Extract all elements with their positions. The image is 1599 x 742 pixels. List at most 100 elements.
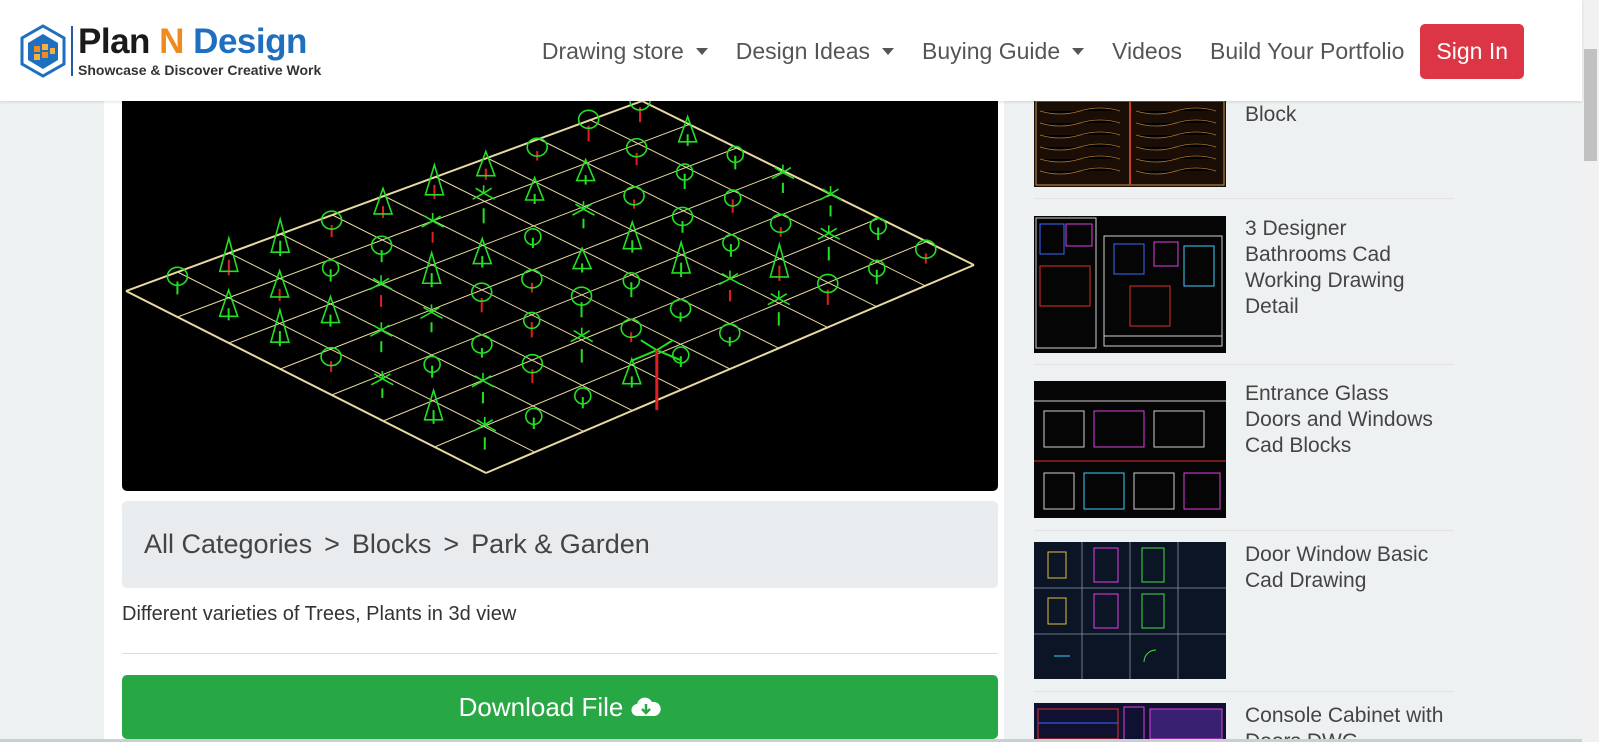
related-thumbnail[interactable] xyxy=(1034,216,1226,353)
related-thumbnail[interactable] xyxy=(1034,542,1226,679)
cad-tree xyxy=(218,235,239,276)
site-logo[interactable]: Plan N Design Showcase & Discover Creati… xyxy=(20,24,321,78)
cad-tree xyxy=(372,186,394,218)
breadcrumb-all-categories[interactable]: All Categories xyxy=(144,529,312,560)
cad-tree xyxy=(524,227,542,248)
related-title[interactable]: 3 Designer Bathrooms Cad Working Drawing… xyxy=(1245,216,1445,353)
related-title[interactable]: Entrance Glass Doors and Windows Cad Blo… xyxy=(1245,381,1445,518)
related-title[interactable]: Door Window Basic Cad Drawing xyxy=(1245,542,1445,679)
cad-tree xyxy=(521,353,544,383)
sidebar-divider xyxy=(1034,198,1454,199)
thumb-glass-doors xyxy=(1034,400,1226,510)
related-item[interactable]: Console Cabinet with Doors DWG xyxy=(1034,703,1454,742)
scrollbar-thumb[interactable] xyxy=(1584,49,1597,161)
cloud-download-icon xyxy=(631,697,662,717)
cad-tree xyxy=(622,271,641,298)
cad-grid-line xyxy=(125,290,487,474)
thumb-wood-panel xyxy=(1035,101,1225,186)
cad-tree xyxy=(722,234,740,257)
cad-tree xyxy=(370,370,394,398)
cad-trees-drawing xyxy=(125,101,975,474)
cad-tree xyxy=(914,239,937,264)
cad-tree xyxy=(620,318,642,343)
cad-tree xyxy=(621,356,642,388)
cad-tree xyxy=(521,269,543,293)
cad-tree xyxy=(577,109,600,142)
logo-title: Plan N Design xyxy=(78,24,321,60)
related-thumbnail[interactable] xyxy=(1034,381,1226,518)
caret-down-icon xyxy=(882,47,895,55)
breadcrumb: All Categories > Blocks > Park & Garden xyxy=(122,501,998,588)
cad-tree xyxy=(573,387,592,409)
cad-tree xyxy=(321,259,340,282)
related-item[interactable]: Door Window Basic Cad Drawing xyxy=(1034,542,1454,679)
nav-videos[interactable]: Videos xyxy=(1112,38,1182,65)
cad-grid-line xyxy=(332,214,682,391)
cad-grid-line xyxy=(228,147,738,344)
cad-tree xyxy=(869,217,887,241)
page-scrollbar[interactable] xyxy=(1582,0,1599,742)
caret-down-icon xyxy=(695,47,708,55)
download-file-button[interactable]: Download File xyxy=(122,675,998,739)
logo-word-n: N xyxy=(159,22,184,61)
cad-tree xyxy=(817,225,841,261)
related-title[interactable]: Block xyxy=(1245,102,1445,187)
cad-tree xyxy=(421,213,445,243)
breadcrumb-park-garden[interactable]: Park & Garden xyxy=(471,529,650,560)
cad-tree xyxy=(669,298,692,322)
logo-cube-icon xyxy=(20,24,66,78)
cad-tree xyxy=(473,416,497,450)
nav-design-ideas[interactable]: Design Ideas xyxy=(735,37,895,65)
cad-tree xyxy=(718,323,741,347)
breadcrumb-blocks[interactable]: Blocks xyxy=(352,529,432,560)
nav-drawing-store[interactable]: Drawing store xyxy=(542,38,708,65)
related-thumbnail[interactable] xyxy=(1034,101,1226,187)
sidebar-divider xyxy=(1034,364,1454,365)
cad-tree xyxy=(423,387,444,424)
nav-design-ideas-label: Design Ideas xyxy=(735,37,871,64)
cad-tree xyxy=(867,259,886,285)
cad-tree xyxy=(571,246,593,273)
sign-in-button[interactable]: Sign In xyxy=(1420,23,1524,79)
cad-tree xyxy=(771,164,795,193)
cad-tree xyxy=(767,290,791,326)
logo-tagline: Showcase & Discover Creative Work xyxy=(78,62,322,78)
cad-tree xyxy=(420,304,443,333)
sidebar-divider xyxy=(1034,530,1454,531)
nav-drawing-store-label: Drawing store xyxy=(541,37,684,64)
logo-divider xyxy=(71,26,73,76)
cad-tree xyxy=(471,334,493,358)
breadcrumb-separator: > xyxy=(324,529,340,559)
related-thumbnail[interactable] xyxy=(1034,703,1226,742)
cad-tree xyxy=(572,201,595,229)
nav-buying-guide-label: Buying Guide xyxy=(922,37,1061,64)
related-item[interactable]: Entrance Glass Doors and Windows Cad Blo… xyxy=(1034,381,1454,518)
cad-tree xyxy=(270,216,291,257)
top-navbar: Plan N Design Showcase & Discover Creati… xyxy=(0,0,1582,101)
breadcrumb-separator: > xyxy=(443,529,460,559)
nav-buying-guide[interactable]: Buying Guide xyxy=(922,37,1085,65)
cad-preview-image xyxy=(122,101,998,491)
cad-tree xyxy=(423,355,441,378)
cad-tree xyxy=(522,311,541,338)
logo-word-design: Design xyxy=(193,22,307,61)
cad-grid-line xyxy=(435,176,780,349)
logo-word-plan: Plan xyxy=(78,22,150,61)
main-nav: Drawing store Design Ideas Buying Guide … xyxy=(514,22,1524,80)
cad-tree xyxy=(320,346,342,373)
cad-tree xyxy=(570,327,594,363)
cad-tree xyxy=(269,306,290,347)
cad-tree xyxy=(421,250,442,288)
cad-tree xyxy=(526,137,549,161)
cad-tree xyxy=(671,239,692,277)
thumb-bathroom-plans xyxy=(1035,217,1223,349)
thumb-door-window xyxy=(1034,542,1226,679)
cad-tree xyxy=(769,213,792,237)
file-description: Different varieties of Trees, Plants in … xyxy=(122,603,517,625)
related-item[interactable]: Block xyxy=(1034,101,1454,187)
cad-tree xyxy=(769,241,790,281)
cad-tree xyxy=(524,407,543,429)
related-title[interactable]: Console Cabinet with Doors DWG xyxy=(1245,703,1445,742)
related-item[interactable]: 3 Designer Bathrooms Cad Working Drawing… xyxy=(1034,216,1454,353)
nav-build-portfolio[interactable]: Build Your Portfolio xyxy=(1210,38,1404,65)
